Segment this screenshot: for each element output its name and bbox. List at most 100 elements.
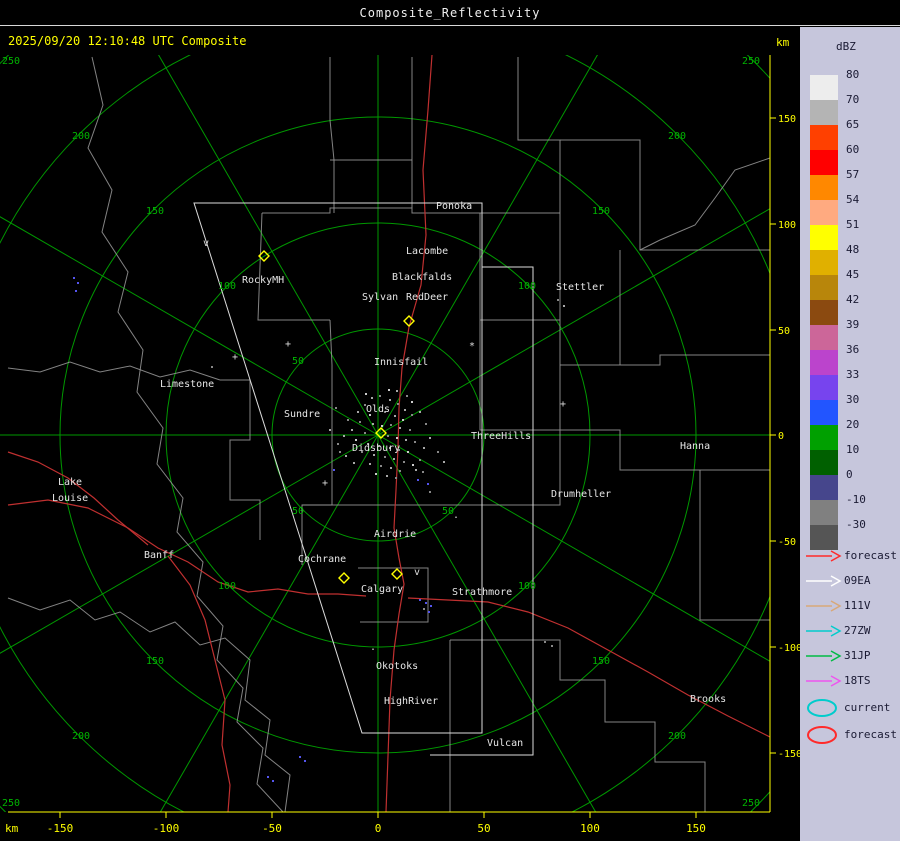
echo-dot: [365, 393, 367, 395]
colorbar-value: 36: [846, 343, 860, 356]
echo-dot: [405, 439, 407, 441]
point-marker: v: [414, 567, 420, 578]
echo-dot: [364, 432, 366, 434]
legend-ellipse-icon: [807, 699, 837, 717]
legend-label: 09EA: [844, 574, 871, 587]
echo-dot: [399, 470, 401, 472]
legend-label: 111V: [844, 599, 871, 612]
echo-dot: [557, 299, 559, 301]
echo-dot: [329, 429, 331, 431]
city-label: HighRiver: [384, 696, 438, 707]
echo-dot: [403, 461, 405, 463]
echo-dot: [379, 395, 381, 397]
legend-arrow-icon: [806, 625, 842, 637]
boundary-line: [560, 139, 770, 251]
echo-dot: [351, 429, 353, 431]
echo-dot: [429, 437, 431, 439]
point-marker: v: [203, 238, 209, 249]
boundary-line: [639, 157, 770, 251]
boundary-line: [560, 354, 770, 366]
colorbar-swatch: [810, 425, 838, 450]
city-label: Lake: [58, 477, 82, 488]
echo-dot: [437, 451, 439, 453]
echo-dot: [393, 458, 395, 460]
echo-dot: [299, 756, 301, 758]
titlebar: Composite_Reflectivity: [0, 0, 900, 25]
echo-dot: [407, 451, 409, 453]
x-axis-unit-label: km: [5, 822, 19, 835]
echo-dot: [422, 471, 424, 473]
colorbar-value: 10: [846, 443, 860, 456]
azimuth-line: [159, 434, 379, 812]
city-label: Vulcan: [487, 738, 523, 749]
echo-dot: [399, 427, 401, 429]
colorbar-value: 45: [846, 268, 860, 281]
colorbar-swatch: [810, 225, 838, 250]
echo-dot: [343, 435, 345, 437]
echo-dot: [359, 421, 361, 423]
echo-dot: [347, 419, 349, 421]
echo-dot: [417, 479, 419, 481]
city-label: Sundre: [284, 409, 320, 420]
radar-app-window: Composite_Reflectivity 2025/09/20 12:10:…: [0, 0, 900, 841]
colorbar-value: 54: [846, 193, 860, 206]
city-label: Drumheller: [551, 489, 611, 500]
x-axis-tick-label: 150: [686, 822, 706, 835]
colorbar-swatch: [810, 500, 838, 525]
y-axis-tick-label: 50: [778, 326, 790, 337]
colorbar-swatch: [810, 375, 838, 400]
colorbar-value: 65: [846, 118, 860, 131]
colorbar-value: -30: [846, 518, 866, 531]
legend-label: forecast: [844, 549, 897, 562]
echo-dot: [412, 464, 414, 466]
range-label: 100: [518, 281, 536, 292]
echo-dot: [425, 602, 427, 604]
legend-label: 18TS: [844, 674, 871, 687]
range-label: 50: [292, 506, 304, 517]
colorbar-value: 48: [846, 243, 860, 256]
colorbar-title: dBZ: [836, 40, 856, 53]
range-label: 200: [668, 131, 686, 142]
azimuth-line: [0, 434, 379, 654]
city-label: Cochrane: [298, 554, 346, 565]
echo-dot: [419, 459, 421, 461]
echo-dot: [373, 454, 375, 456]
echo-dot: [371, 397, 373, 399]
echo-dot: [77, 282, 79, 284]
city-label: Lacombe: [406, 246, 448, 257]
map-layers: 250200150250200150100 1005050 50100 100150 1…: [0, 55, 770, 812]
echo-dot: [384, 456, 386, 458]
echo-dot: [381, 425, 383, 427]
echo-dot: [355, 439, 357, 441]
colorbar-value: 20: [846, 418, 860, 431]
legend-arrow-icon: [806, 550, 842, 562]
city-label: RockyMH: [242, 275, 284, 286]
echo-dot: [390, 424, 392, 426]
range-label: 200: [72, 731, 90, 742]
y-axis-tick-label: 150: [778, 114, 796, 125]
city-label: Ponoka: [436, 201, 472, 212]
echo-dot: [345, 455, 347, 457]
echo-dot: [369, 463, 371, 465]
colorbar-swatch: [810, 350, 838, 375]
echo-dot: [390, 467, 392, 469]
radar-site-marker: [338, 572, 350, 584]
echo-dot: [375, 473, 377, 475]
x-axis-tick-label: -150: [47, 822, 74, 835]
legend-arrow-icon: [806, 650, 842, 662]
echo-dot: [335, 407, 337, 409]
colorbar-value: 70: [846, 93, 860, 106]
boundary-line: [220, 379, 261, 540]
point-marker: +: [232, 352, 238, 363]
point-marker: +: [285, 339, 291, 350]
timestamp-label: 2025/09/20 12:10:48 UTC Composite: [8, 34, 247, 48]
x-axis-tick-label: -100: [153, 822, 180, 835]
city-label: Calgary: [361, 584, 403, 595]
titlebar-divider: [0, 25, 900, 26]
echo-dot: [388, 389, 390, 391]
azimuth-line: [377, 434, 597, 812]
radar-site-marker: [391, 568, 403, 580]
colorbar-swatch: [810, 275, 838, 300]
legend-label: 27ZW: [844, 624, 871, 637]
colorbar-value: 42: [846, 293, 860, 306]
